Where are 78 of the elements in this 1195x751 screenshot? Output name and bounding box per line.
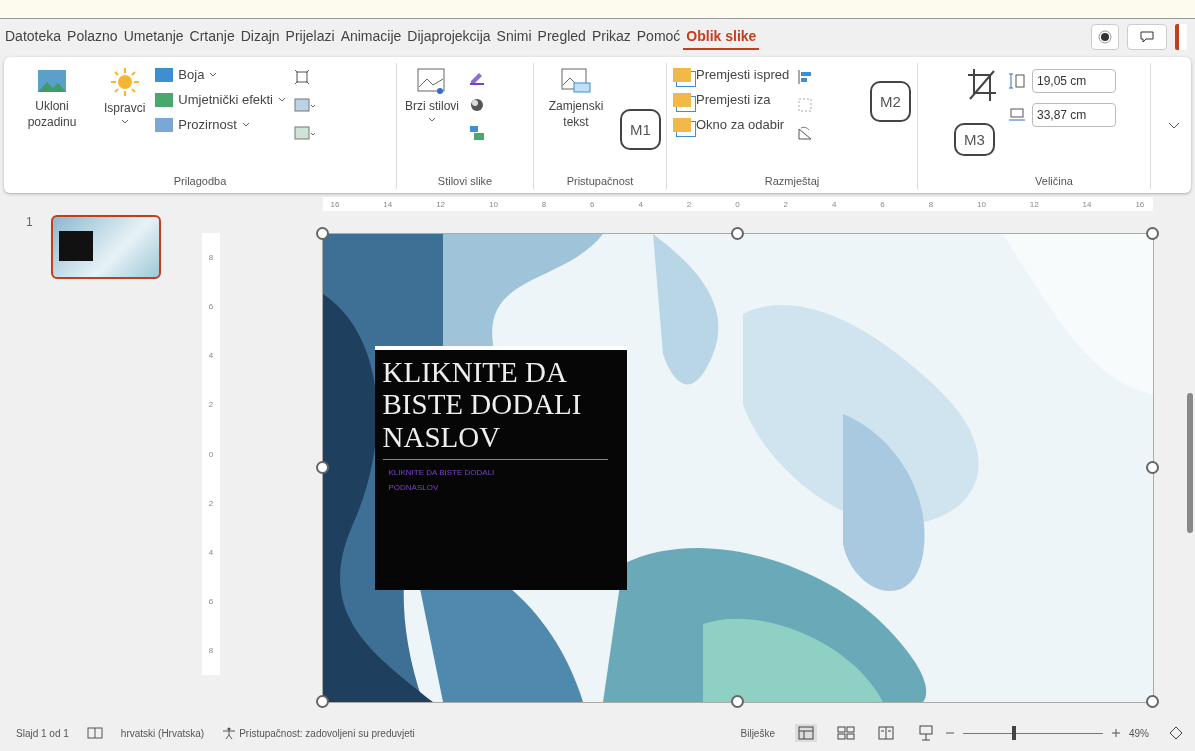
remove-background-button[interactable]: Ukloni pozadinu [10,63,94,135]
record-icon [1098,30,1112,44]
fit-slide-icon[interactable] [1167,725,1185,741]
landscape-icon [37,67,67,95]
caret-icon [241,122,250,127]
ribbon-tab[interactable]: Polazno [64,24,121,50]
height-icon [1008,73,1028,89]
ribbon-tab[interactable]: Dijaprojekcija [404,24,494,50]
width-field[interactable]: 33,87 cm [1032,103,1116,127]
alt-text-icon [560,67,592,95]
slide-number: 1 [26,215,33,229]
reading-view-icon[interactable] [875,724,897,742]
resize-handle[interactable] [315,461,329,474]
slide-counter: Slajd 1 od 1 [16,727,69,739]
group-label: Prilagodba [172,175,228,189]
group-label: Stilovi slike [436,175,494,189]
ribbon-menu-button[interactable]: Premjesti ispred [673,65,790,84]
ribbon-tab[interactable]: Oblik slike [683,24,760,50]
slide-sorter-icon[interactable] [835,724,857,742]
ribbon-tab[interactable]: Dizajn [237,24,283,50]
height-field[interactable]: 19,05 cm [1032,69,1116,93]
ribbon-tab[interactable]: Crtanje [186,24,238,50]
slide-thumbnail[interactable] [50,215,161,279]
ribbon-menu-button[interactable]: Premjesti iza [673,90,790,109]
callout-label: M3 [954,123,995,156]
collapse-ribbon-icon[interactable] [1167,121,1181,131]
quick-styles-button[interactable]: Brzi stilovi [403,63,461,127]
crop-icon [966,67,998,103]
ribbon-menu-button[interactable]: Umjetnički efekti [155,90,286,109]
title-placeholder[interactable]: KLIKNITE DA BISTE DODALI NASLOV KLIKNITE DA BISTE DODALI PODNASLOV [374,346,627,590]
compress-icon[interactable] [294,69,310,85]
ribbon-menu-button[interactable]: Boja [155,65,286,84]
caret-icon [120,119,129,125]
zoom-in-icon[interactable] [1111,728,1121,738]
group-label: Pristupačnost [565,175,635,189]
zoom-level[interactable]: 49% [1129,727,1149,739]
corrections-button[interactable]: Ispravci [102,63,148,129]
ribbon-menu-button[interactable]: Prozirnost [155,115,286,134]
ribbon-tab[interactable]: Prikaz [588,24,634,50]
ribbon-tab[interactable]: Pomoć [633,24,684,50]
language-label[interactable]: hrvatski (Hrvatska) [120,727,205,739]
vertical-ruler: 8 6 4 2 0 2 4 6 8 [202,233,220,675]
comment-icon [1140,31,1154,43]
width-icon [1008,107,1028,123]
ribbon-tab[interactable]: Umetanje [120,24,187,50]
ribbon-tab[interactable]: Datoteka [2,24,65,50]
normal-view-icon[interactable] [795,724,817,742]
callout-label: M2 [870,81,911,122]
ribbon-tab[interactable]: Snimi [493,24,535,50]
change-picture-icon[interactable] [294,97,316,113]
reset-picture-icon[interactable] [294,125,316,141]
picture-style-icon [416,67,448,95]
record-button[interactable] [1091,24,1119,50]
comment-button[interactable] [1127,24,1167,50]
caret-icon [428,117,436,123]
slide-subtitle: KLIKNITE DA BISTE DODALI PODNASLOV [387,467,496,494]
caret-icon [278,97,286,102]
notes-button[interactable]: Bilješke [738,725,777,741]
horizontal-ruler: 16 14 12 10 8 6 4 2 0 2 4 6 8 10 12 14 16 [322,197,1153,211]
caret-icon [209,72,218,77]
share-button[interactable] [1175,24,1187,50]
group-label: Veličina [1034,175,1074,189]
group-label: Razmještaj [763,175,821,189]
accessibility-status[interactable]: Pristupačnost: zadovoljeni su preduvjeti [239,727,415,739]
alt-text-button[interactable]: Zamjenski tekst [540,63,612,135]
resize-handle[interactable] [315,227,329,240]
spellcheck-icon[interactable] [86,727,103,739]
ribbon-tab[interactable]: Pregled [534,24,589,50]
resize-handle[interactable] [315,695,329,708]
sun-icon [109,67,140,97]
ribbon-menu-button[interactable]: Okno za odabir [673,115,790,134]
scrollbar[interactable] [1187,393,1193,533]
ribbon-tab[interactable]: Prijelazi [282,24,338,50]
resize-handle[interactable] [1145,227,1159,240]
ribbon-tab[interactable]: Animacije [337,24,405,50]
accessibility-icon [222,727,237,739]
slide-title: KLIKNITE DA BISTE DODALI NASLOV [382,356,608,461]
callout-label: M1 [620,109,661,150]
